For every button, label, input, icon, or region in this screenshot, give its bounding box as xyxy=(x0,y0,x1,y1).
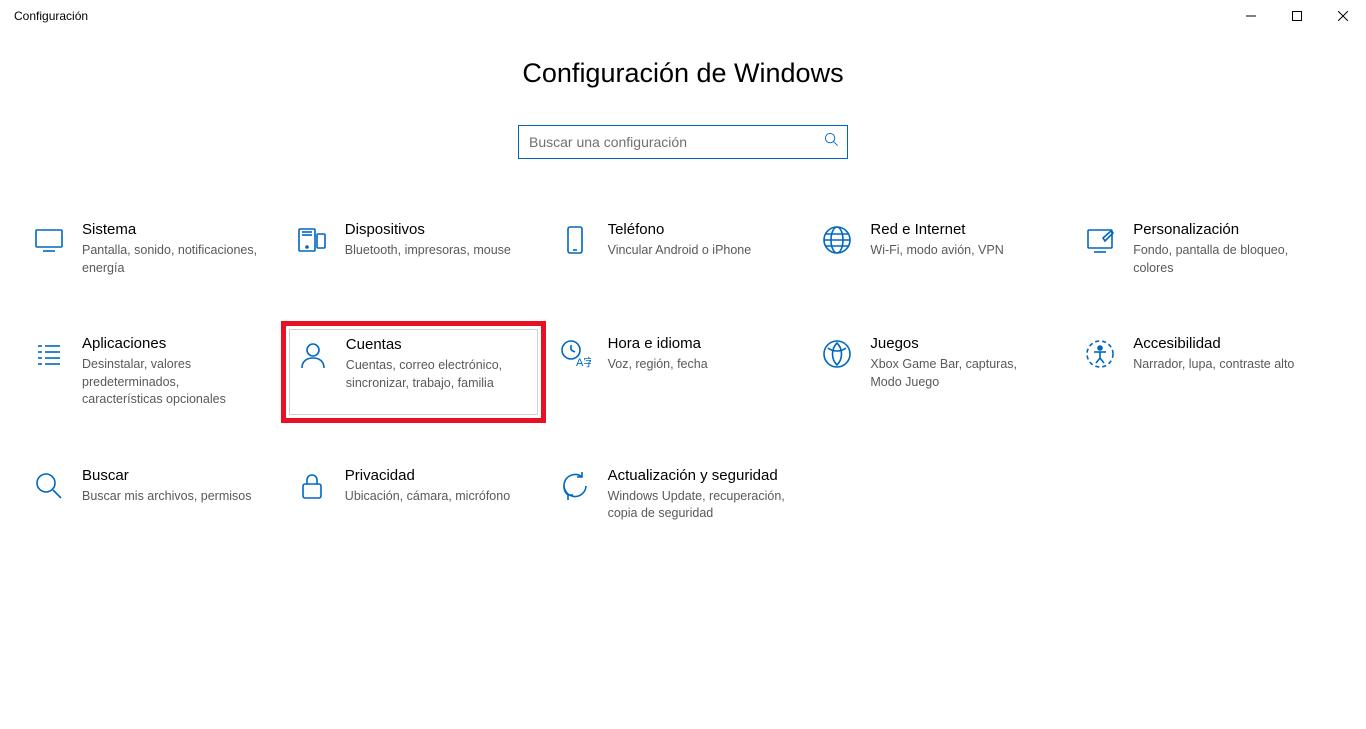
system-icon xyxy=(32,223,66,257)
tile-title: Buscar xyxy=(82,467,252,484)
tile-actualizacion[interactable]: Actualización y seguridad Windows Update… xyxy=(552,461,815,529)
tile-desc: Xbox Game Bar, capturas, Modo Juego xyxy=(870,356,1050,391)
apps-icon xyxy=(32,337,66,371)
tile-desc: Bluetooth, impresoras, mouse xyxy=(345,242,511,260)
tile-dispositivos[interactable]: Dispositivos Bluetooth, impresoras, mous… xyxy=(289,215,552,283)
privacy-icon xyxy=(295,469,329,503)
tile-title: Dispositivos xyxy=(345,221,511,238)
tile-hora[interactable]: A字 Hora e idioma Voz, región, fecha xyxy=(552,329,815,415)
tile-title: Actualización y seguridad xyxy=(608,467,788,484)
search-container xyxy=(0,125,1366,159)
window-controls xyxy=(1228,0,1366,32)
tile-juegos[interactable]: Juegos Xbox Game Bar, capturas, Modo Jue… xyxy=(814,329,1077,415)
titlebar: Configuración xyxy=(0,0,1366,32)
tile-desc: Ubicación, cámara, micrófono xyxy=(345,488,510,506)
time-language-icon: A字 xyxy=(558,337,592,371)
window-title: Configuración xyxy=(14,9,88,23)
tile-aplicaciones[interactable]: Aplicaciones Desinstalar, valores predet… xyxy=(26,329,289,415)
search-input[interactable] xyxy=(529,134,824,150)
personalization-icon xyxy=(1083,223,1117,257)
tile-desc: Narrador, lupa, contraste alto xyxy=(1133,356,1294,374)
tile-desc: Vincular Android o iPhone xyxy=(608,242,752,260)
tile-desc: Buscar mis archivos, permisos xyxy=(82,488,252,506)
tile-telefono[interactable]: Teléfono Vincular Android o iPhone xyxy=(552,215,815,283)
accounts-icon xyxy=(296,338,330,372)
network-icon xyxy=(820,223,854,257)
tile-accesibilidad[interactable]: Accesibilidad Narrador, lupa, contraste … xyxy=(1077,329,1340,415)
tile-desc: Pantalla, sonido, notificaciones, energí… xyxy=(82,242,262,277)
phone-icon xyxy=(558,223,592,257)
tile-buscar[interactable]: Buscar Buscar mis archivos, permisos xyxy=(26,461,289,529)
tile-title: Hora e idioma xyxy=(608,335,708,352)
minimize-button[interactable] xyxy=(1228,0,1274,32)
tile-desc: Desinstalar, valores predeterminados, ca… xyxy=(82,356,262,409)
tile-title: Cuentas xyxy=(346,336,526,353)
tile-personalizacion[interactable]: Personalización Fondo, pantalla de bloqu… xyxy=(1077,215,1340,283)
tile-privacidad[interactable]: Privacidad Ubicación, cámara, micrófono xyxy=(289,461,552,529)
page-title: Configuración de Windows xyxy=(0,58,1366,89)
page-header: Configuración de Windows xyxy=(0,58,1366,89)
maximize-button[interactable] xyxy=(1274,0,1320,32)
tile-title: Accesibilidad xyxy=(1133,335,1294,352)
tile-title: Aplicaciones xyxy=(82,335,262,352)
tile-red[interactable]: Red e Internet Wi-Fi, modo avión, VPN xyxy=(814,215,1077,283)
tile-desc: Fondo, pantalla de bloqueo, colores xyxy=(1133,242,1313,277)
tile-title: Red e Internet xyxy=(870,221,1003,238)
tile-sistema[interactable]: Sistema Pantalla, sonido, notificaciones… xyxy=(26,215,289,283)
tile-title: Personalización xyxy=(1133,221,1313,238)
tile-desc: Cuentas, correo electrónico, sincronizar… xyxy=(346,357,526,392)
tile-desc: Windows Update, recuperación, copia de s… xyxy=(608,488,788,523)
svg-text:A字: A字 xyxy=(576,355,591,369)
search-tile-icon xyxy=(32,469,66,503)
close-button[interactable] xyxy=(1320,0,1366,32)
tile-desc: Voz, región, fecha xyxy=(608,356,708,374)
gaming-icon xyxy=(820,337,854,371)
tile-title: Sistema xyxy=(82,221,262,238)
devices-icon xyxy=(295,223,329,257)
settings-grid: Sistema Pantalla, sonido, notificaciones… xyxy=(26,215,1340,529)
update-icon xyxy=(558,469,592,503)
tile-title: Privacidad xyxy=(345,467,510,484)
search-box[interactable] xyxy=(518,125,848,159)
tile-title: Juegos xyxy=(870,335,1050,352)
tile-desc: Wi-Fi, modo avión, VPN xyxy=(870,242,1003,260)
accessibility-icon xyxy=(1083,337,1117,371)
search-icon xyxy=(824,132,839,152)
tile-title: Teléfono xyxy=(608,221,752,238)
tile-cuentas[interactable]: Cuentas Cuentas, correo electrónico, sin… xyxy=(289,329,538,415)
